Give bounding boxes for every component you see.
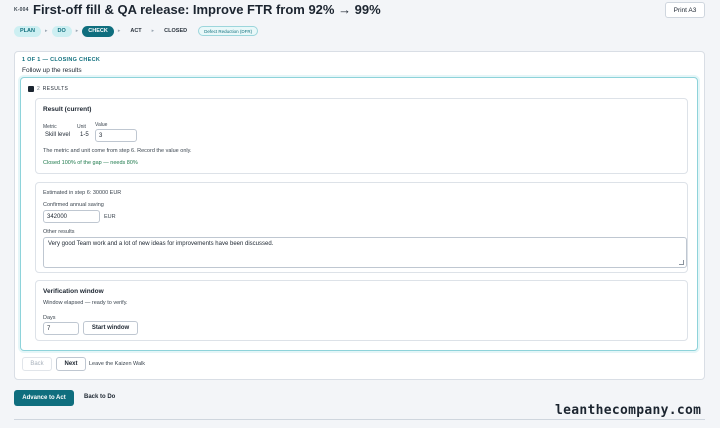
phase-check[interactable]: CHECK (82, 25, 114, 37)
result-value-input[interactable]: 3 (95, 129, 137, 142)
days-input[interactable]: 7 (43, 322, 79, 335)
phase-closed: CLOSED (164, 28, 188, 34)
metric-label: Metric (43, 124, 57, 130)
other-results-label: Other results (43, 229, 75, 235)
phase-stepper: PLAN ▸ DO ▸ CHECK ▸ ACT ▸ CLOSED Defect … (14, 25, 259, 37)
estimated-saving: Estimated in step 6: 30000 EUR (43, 190, 122, 196)
chevron-right-icon: ▸ (117, 28, 121, 34)
watermark: leanthecompany.com (555, 403, 702, 418)
section-icon (28, 86, 34, 92)
kaizen-id: K-004 (14, 7, 29, 13)
days-label: Days (43, 315, 56, 321)
saving-panel: Estimated in step 6: 30000 EUR Confirmed… (35, 182, 688, 273)
back-button[interactable]: Back (22, 357, 52, 371)
phase-act: ACT (130, 28, 142, 34)
metric-value: Skill level (45, 132, 71, 138)
confirmed-saving-input[interactable]: 342000 (43, 210, 100, 223)
leave-kaizen-walk-link[interactable]: Leave the Kaizen Walk (89, 361, 145, 367)
page-header: K-004 First-off fill & QA release: Impro… (0, 0, 720, 20)
back-to-do-link[interactable]: Back to Do (84, 394, 115, 400)
divider (14, 419, 705, 420)
category-tag: Defect Reduction (DFR) (198, 26, 259, 36)
phase-plan[interactable]: PLAN (14, 25, 41, 37)
results-header: 2 RESULTS (28, 86, 68, 92)
print-a3-button[interactable]: Print A3 (665, 2, 705, 18)
step-label: 1 OF 1 — CLOSING CHECK (22, 57, 101, 63)
page-title: First-off fill & QA release: Improve FTR… (33, 2, 381, 17)
chevron-right-icon: ▸ (151, 28, 155, 34)
gap-status: Closed 100% of the gap — needs 80% (43, 160, 138, 166)
step-subtitle: Follow up the results (22, 67, 82, 74)
value-label: Value (95, 122, 108, 128)
unit-label: Unit (77, 124, 86, 130)
other-results-text: Very good Team work and a lot of new ide… (48, 241, 274, 247)
verification-status: Window elapsed — ready to verify. (43, 300, 128, 306)
currency-label: EUR (104, 214, 116, 220)
verification-title: Verification window (43, 288, 104, 295)
results-section: 2 RESULTS Result (current) Metric Unit V… (20, 77, 698, 351)
result-current-panel: Result (current) Metric Unit Value Skill… (35, 98, 688, 174)
resize-handle-icon[interactable] (679, 260, 684, 265)
closing-check-card: 1 OF 1 — CLOSING CHECK Follow up the res… (14, 51, 705, 380)
phase-do[interactable]: DO (51, 25, 72, 37)
advance-to-act-button[interactable]: Advance to Act (14, 390, 74, 406)
confirmed-saving-label: Confirmed annual saving (43, 202, 104, 208)
verification-panel: Verification window Window elapsed — rea… (35, 280, 688, 341)
result-note: The metric and unit come from step 6. Re… (43, 148, 192, 154)
section-title: RESULTS (42, 86, 69, 92)
other-results-textarea[interactable]: Very good Team work and a lot of new ide… (43, 237, 687, 268)
chevron-right-icon: ▸ (44, 28, 48, 34)
result-current-title: Result (current) (43, 106, 92, 113)
unit-value: 1-5 (80, 132, 89, 138)
chevron-right-icon: ▸ (75, 28, 79, 34)
start-window-button[interactable]: Start window (83, 321, 138, 335)
section-number: 2 (37, 86, 40, 92)
next-button[interactable]: Next (56, 357, 86, 371)
